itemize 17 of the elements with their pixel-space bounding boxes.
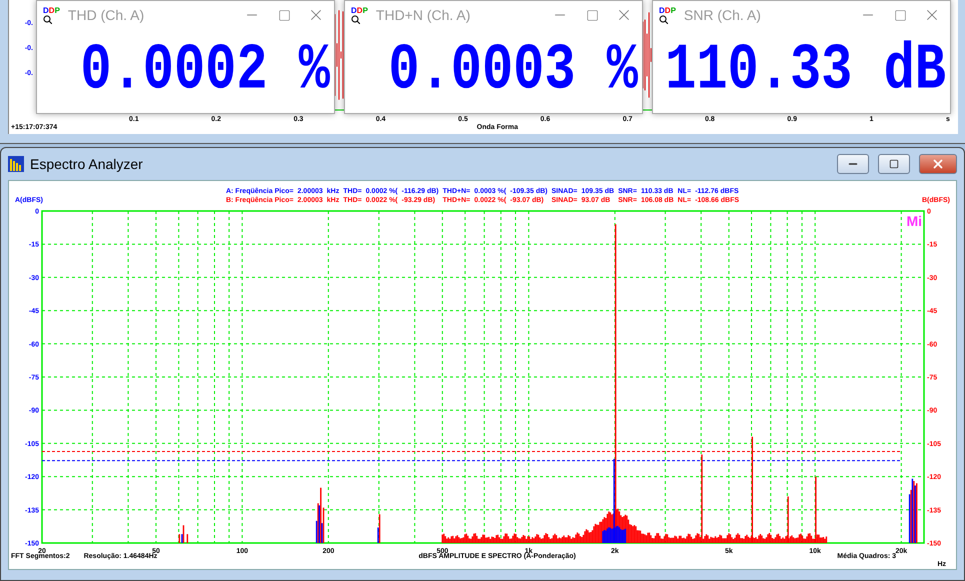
close-button[interactable] [919, 154, 957, 174]
meter-reading: 110.33 dB [665, 38, 946, 104]
app-logo: DDP [43, 6, 60, 24]
meter-reading: 0.0002 % [80, 38, 330, 104]
restore-icon [889, 159, 899, 169]
window-title: SNR (Ch. A) [684, 7, 762, 23]
app-logo: DDP [351, 6, 368, 24]
close-icon [931, 157, 945, 171]
bar-chart-icon [8, 156, 24, 172]
restore-button[interactable] [878, 154, 910, 174]
minimize-button[interactable] [837, 154, 869, 174]
meter-reading: 0.0003 % [388, 38, 638, 104]
brand-logo: Mi [906, 213, 922, 229]
window-title: Espectro Analyzer [30, 156, 144, 172]
window-title: THD (Ch. A) [68, 7, 146, 23]
window-title: THD+N (Ch. A) [376, 7, 472, 23]
app-logo: DDP [659, 6, 676, 24]
